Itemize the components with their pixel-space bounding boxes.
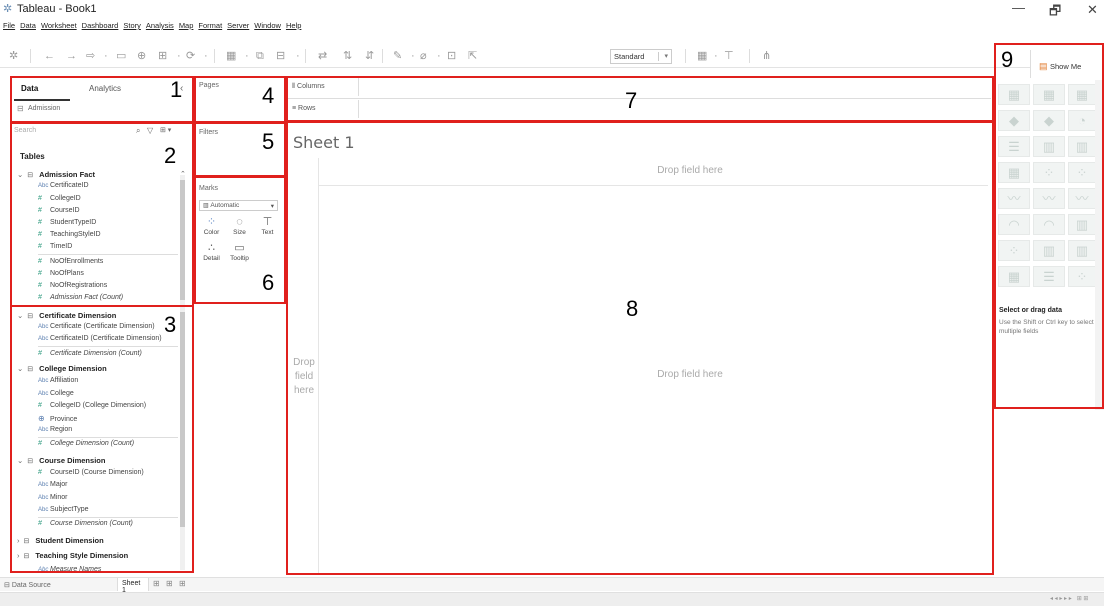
- annotation-number-7: 7: [625, 88, 638, 113]
- dropdown-icon[interactable]: ·: [411, 50, 415, 62]
- refresh-icon[interactable]: ⟳: [186, 50, 195, 62]
- undo-icon[interactable]: ←: [44, 50, 55, 62]
- sort-desc-icon[interactable]: ⇵: [365, 50, 374, 62]
- clear-icon[interactable]: ⊟: [276, 50, 285, 62]
- menu-data[interactable]: Data: [20, 21, 36, 33]
- presentation-icon[interactable]: ⊤: [724, 50, 734, 62]
- annotation-number-1: 1: [170, 77, 183, 102]
- dropdown-icon[interactable]: ·: [437, 50, 441, 62]
- annotation-number-6: 6: [262, 270, 275, 295]
- new-story-icon[interactable]: ⊞: [179, 579, 186, 588]
- dropdown-icon[interactable]: ·: [714, 50, 718, 62]
- menu-file[interactable]: File: [3, 21, 15, 33]
- highlight-icon[interactable]: ✎: [393, 50, 402, 62]
- annotation-number-2: 2: [164, 143, 177, 168]
- replay-icon[interactable]: ⇨: [86, 50, 95, 62]
- data-source-tab[interactable]: ⊟ Data Source: [4, 581, 51, 589]
- group-icon[interactable]: ⌀: [420, 50, 427, 62]
- swap-icon[interactable]: ⇄: [318, 50, 327, 62]
- title-bar: [0, 0, 1104, 20]
- new-worksheet-icon[interactable]: ⊞: [158, 50, 167, 62]
- toolbar-separator: [30, 49, 31, 63]
- menu-analysis[interactable]: Analysis: [146, 21, 174, 33]
- menu-help[interactable]: Help: [286, 21, 301, 33]
- show-cards-toggle-icon[interactable]: ▦: [697, 50, 707, 62]
- minimize-button[interactable]: —: [1012, 0, 1025, 15]
- annotation-box-8: [286, 121, 994, 575]
- fit-select[interactable]: Standard ▾: [610, 49, 672, 64]
- annotation-box-1: [10, 76, 194, 124]
- toolbar-separator: [685, 49, 686, 63]
- annotation-box-7: [286, 76, 994, 122]
- annotation-number-9: 9: [1001, 47, 1014, 72]
- menu-story[interactable]: Story: [123, 21, 141, 33]
- maximize-button[interactable]: 🗗: [1049, 2, 1061, 24]
- annotation-number-5: 5: [262, 129, 275, 154]
- new-worksheet-icon[interactable]: ⊞: [153, 579, 160, 588]
- annotation-number-3: 3: [164, 312, 177, 337]
- menu-format[interactable]: Format: [198, 21, 222, 33]
- toolbar-separator: [305, 49, 306, 63]
- toolbar-separator: [214, 49, 215, 63]
- dropdown-icon[interactable]: ·: [296, 50, 300, 62]
- new-datasource-icon[interactable]: ⊕: [137, 50, 146, 62]
- database-icon: ⊟: [4, 582, 12, 589]
- data-source-label: Data Source: [11, 582, 51, 589]
- toolbar-separator: [382, 49, 383, 63]
- menu-server[interactable]: Server: [227, 21, 249, 33]
- pin-icon[interactable]: ⇱: [468, 50, 477, 62]
- dropdown-icon[interactable]: ·: [104, 50, 108, 62]
- menu-map[interactable]: Map: [179, 21, 194, 33]
- annotation-number-4: 4: [262, 83, 275, 108]
- menu-dashboard[interactable]: Dashboard: [82, 21, 119, 33]
- sheet-navigation[interactable]: ◂ ◂ ▸ ▸ ▸ ⊞ ⊞: [1050, 595, 1088, 602]
- dropdown-icon[interactable]: ·: [204, 50, 208, 62]
- window-title: Tableau - Book1: [17, 3, 97, 15]
- show-cards-icon[interactable]: ▦: [226, 50, 236, 62]
- tableau-logo-icon: ✲: [3, 3, 13, 15]
- select-divider: [658, 52, 659, 61]
- menu-window[interactable]: Window: [254, 21, 281, 33]
- close-button[interactable]: ✕: [1087, 2, 1098, 18]
- save-icon[interactable]: ▭: [116, 50, 126, 62]
- sheet-tab[interactable]: Sheet 1: [117, 578, 149, 594]
- duplicate-icon[interactable]: ⧉: [256, 50, 264, 62]
- menu-bar: File Data Worksheet Dashboard Story Anal…: [3, 21, 301, 33]
- new-dashboard-icon[interactable]: ⊞: [166, 579, 173, 588]
- sort-asc-icon[interactable]: ⇅: [343, 50, 352, 62]
- fit-select-value: Standard: [614, 52, 645, 61]
- dropdown-icon[interactable]: ·: [177, 50, 181, 62]
- annotation-box-9: [994, 43, 1104, 409]
- toolbar-separator: [749, 49, 750, 63]
- share-icon[interactable]: ⋔: [762, 50, 771, 62]
- labels-icon[interactable]: ⊡: [447, 50, 456, 62]
- menu-worksheet[interactable]: Worksheet: [41, 21, 77, 33]
- dropdown-icon[interactable]: ·: [245, 50, 249, 62]
- redo-icon[interactable]: →: [66, 50, 77, 62]
- annotation-box-3: [10, 305, 194, 573]
- annotation-number-8: 8: [626, 296, 639, 321]
- tableau-icon[interactable]: ✲: [9, 50, 18, 62]
- status-bar: [0, 592, 1104, 606]
- chevron-down-icon: ▾: [664, 53, 668, 60]
